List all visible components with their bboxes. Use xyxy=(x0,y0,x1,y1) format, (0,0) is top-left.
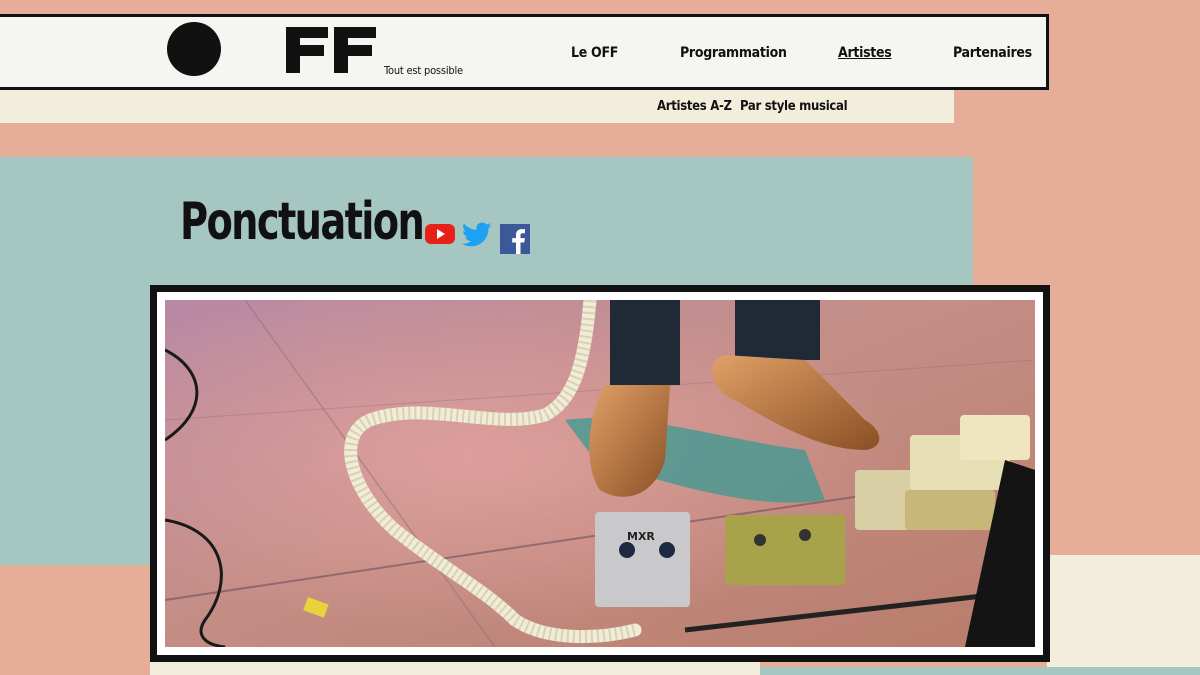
youtube-icon[interactable] xyxy=(425,222,455,251)
nav-item-partenaires[interactable]: Partenaires xyxy=(953,45,1032,61)
subnav-item-artistes-a-z[interactable]: Artistes A-Z xyxy=(657,99,732,114)
site-header: FF Tout est possible Le OFF Programmatio… xyxy=(0,14,1049,90)
site-tagline: Tout est possible xyxy=(384,64,463,77)
logo-circle[interactable] xyxy=(167,22,221,76)
twitter-icon[interactable] xyxy=(461,222,492,253)
logo-ff[interactable]: FF xyxy=(286,27,378,73)
nav-item-artistes[interactable]: Artistes xyxy=(838,45,892,61)
page-title: Ponctuation xyxy=(180,192,425,252)
nav-item-le-off[interactable]: Le OFF xyxy=(571,45,618,61)
pedal-brand-label: MXR xyxy=(627,530,655,543)
facebook-icon[interactable] xyxy=(500,224,530,259)
sub-nav: Artistes A-Z Par style musical xyxy=(0,90,954,123)
nav-item-programmation[interactable]: Programmation xyxy=(680,45,787,61)
artist-photo: MXR xyxy=(165,300,1035,647)
cream-background-block xyxy=(1047,555,1200,667)
artist-photo-frame: MXR xyxy=(150,285,1050,662)
cream-bottom-block xyxy=(150,662,760,675)
subnav-item-par-style-musical[interactable]: Par style musical xyxy=(740,99,848,114)
teal-bottom-block xyxy=(760,667,1200,675)
